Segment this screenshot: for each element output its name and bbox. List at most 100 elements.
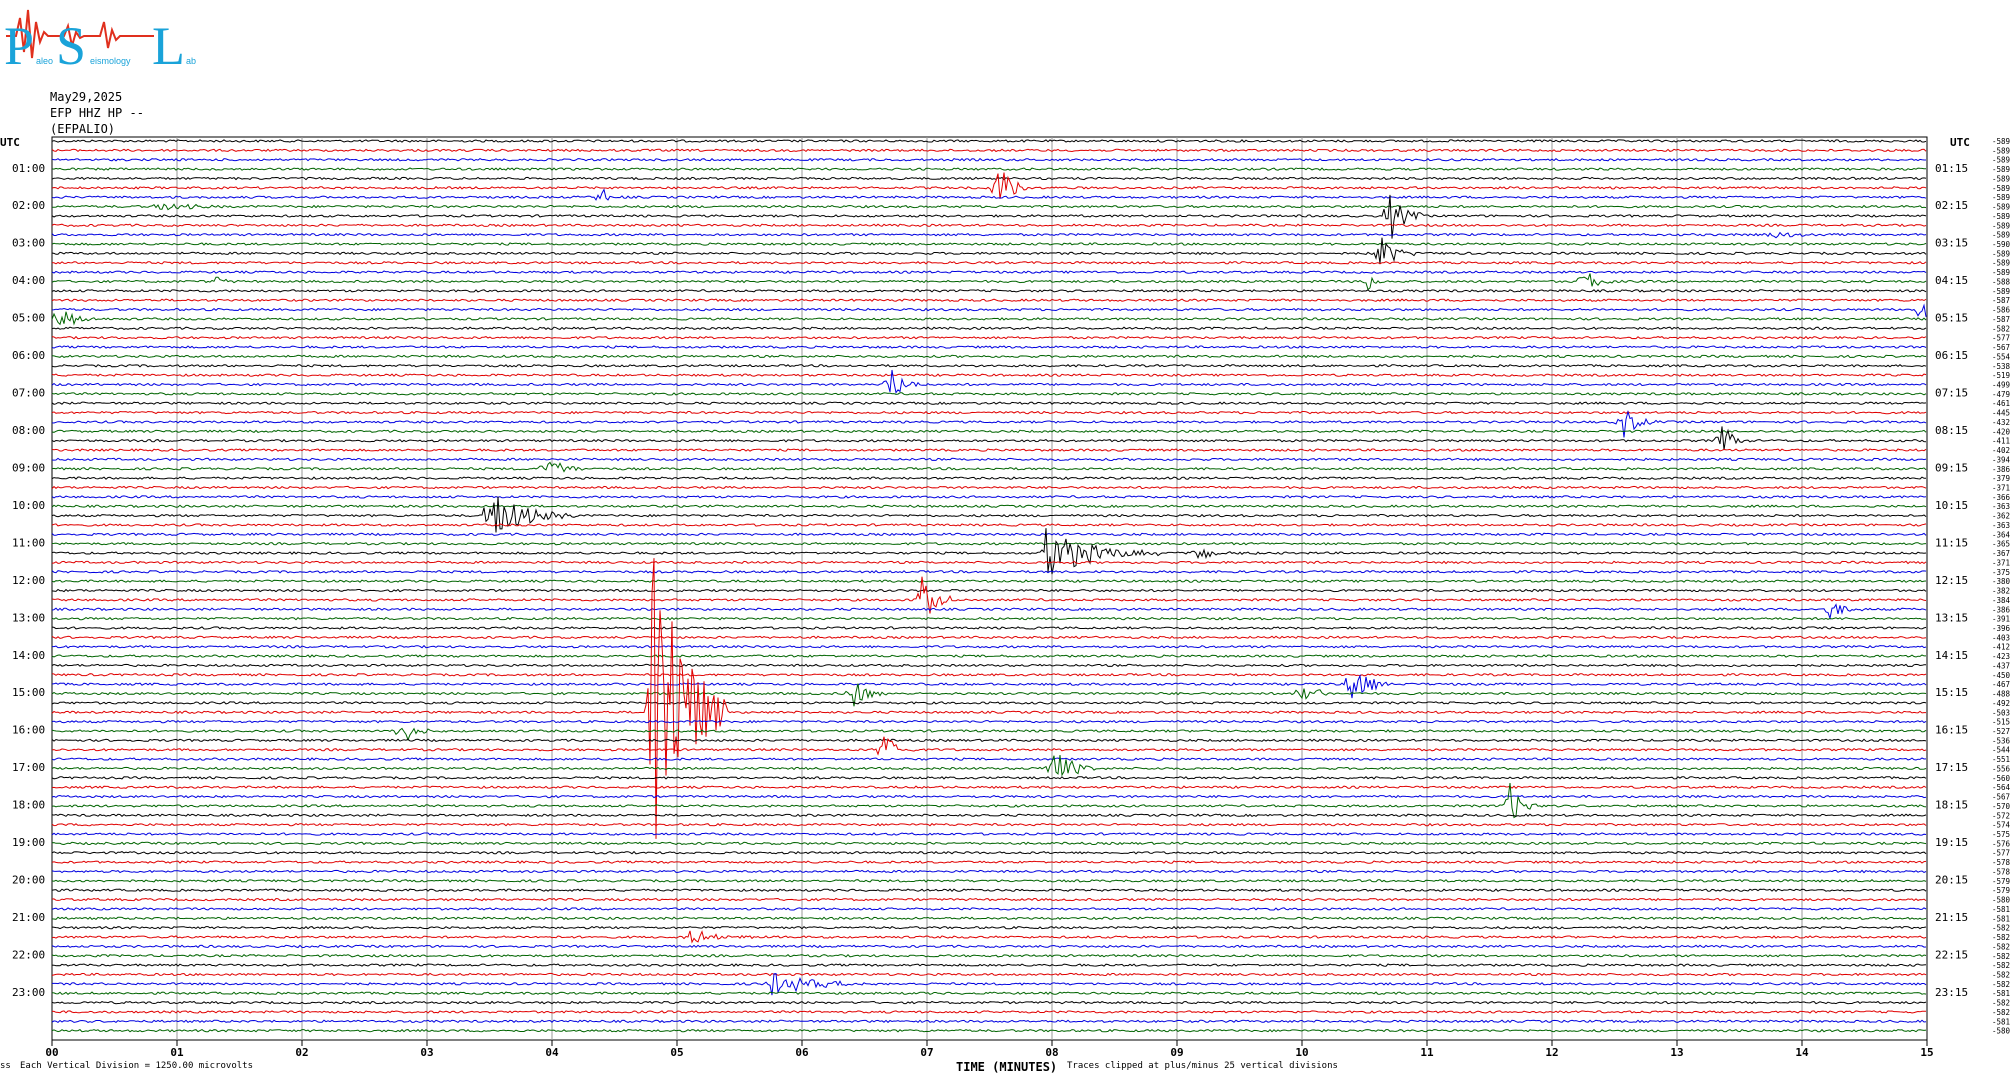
- trace-line: [51, 188, 1927, 201]
- trace-line: [51, 409, 1927, 438]
- hour-label-left: 12:00: [12, 574, 45, 587]
- trace-offset-value: -3718: [1992, 484, 2010, 493]
- x-tick-label: 00: [45, 1046, 58, 1059]
- trace-offset-value: -5778: [1992, 849, 2010, 858]
- x-tick-label: 12: [1545, 1046, 1558, 1059]
- trace-line: [51, 311, 1927, 326]
- trace-line: [51, 1010, 1926, 1014]
- x-tick-label: 06: [795, 1046, 809, 1059]
- trace-offset-value: -5813: [1992, 1017, 2010, 1026]
- trace-offset-value: -5893: [1992, 259, 2010, 268]
- trace-offset-value: -4882: [1992, 690, 2010, 699]
- trace-offset-value: -5877: [1992, 315, 2010, 324]
- trace-line: [51, 673, 1927, 699]
- trace-offset-value: -4111: [1992, 437, 2010, 446]
- hour-label-right: 14:15: [1935, 649, 1968, 662]
- trace-offset-value: -5815: [1992, 914, 2010, 923]
- trace-line: [51, 354, 1927, 359]
- hour-label-left: 21:00: [12, 911, 45, 924]
- trace-line: [51, 616, 1927, 621]
- trace-line: [51, 850, 1927, 855]
- trace-line: [52, 203, 1927, 211]
- hour-label-right: 18:15: [1935, 799, 1968, 812]
- trace-offset-value: -5803: [1992, 896, 2010, 905]
- trace-line: [51, 496, 1927, 533]
- left-utc-label: UTC: [0, 136, 20, 149]
- trace-line: [51, 495, 1927, 499]
- trace-offset-value: -5811: [1992, 905, 2010, 914]
- trace-offset-value: -5822: [1992, 971, 2010, 980]
- hour-label-left: 15:00: [12, 686, 45, 699]
- x-tick-label: 11: [1420, 1046, 1434, 1059]
- trace-offset-value: -4671: [1992, 680, 2010, 689]
- hour-label-right: 01:15: [1935, 162, 1968, 175]
- trace-offset-value: -5893: [1992, 146, 2010, 155]
- trace-line: [51, 194, 1927, 239]
- x-tick-label: 02: [295, 1046, 308, 1059]
- trace-line: [51, 916, 1927, 921]
- trace-offset-value: -4996: [1992, 381, 2010, 390]
- hour-label-right: 19:15: [1935, 836, 1968, 849]
- trace-line: [51, 364, 1927, 368]
- trace-offset-value: -5895: [1992, 137, 2010, 146]
- trace-offset-value: -5804: [1992, 1027, 2010, 1036]
- trace-offset-value: -4452: [1992, 409, 2010, 418]
- trace-offset-value: -5364: [1992, 736, 2010, 745]
- trace-line: [51, 176, 1927, 181]
- trace-offset-value: -5877: [1992, 296, 2010, 305]
- hour-label-right: 16:15: [1935, 724, 1968, 737]
- hour-label-right: 04:15: [1935, 274, 1968, 287]
- trace-offset-value: -3940: [1992, 455, 2010, 464]
- trace-line: [52, 973, 1927, 996]
- hour-label-left: 23:00: [12, 986, 45, 999]
- trace-line: [51, 963, 1927, 967]
- trace-line: [51, 907, 1927, 911]
- x-tick-label: 09: [1170, 1046, 1183, 1059]
- hour-label-left: 03:00: [12, 237, 45, 250]
- hour-label-left: 18:00: [12, 799, 45, 812]
- hour-label-right: 03:15: [1935, 237, 1968, 250]
- hour-label-right: 17:15: [1935, 761, 1968, 774]
- trace-offset-value: -5896: [1992, 221, 2010, 230]
- trace-line: [51, 673, 1927, 677]
- trace-line: [51, 373, 1927, 377]
- trace-offset-value: -5788: [1992, 868, 2010, 877]
- hour-label-right: 21:15: [1935, 911, 1968, 924]
- right-utc-label: UTC: [1950, 136, 1970, 149]
- trace-line: [51, 461, 1927, 473]
- clip-note: Traces clipped at plus/minus 25 vertical…: [1067, 1061, 1338, 1071]
- trace-offset-value: -5829: [1992, 952, 2010, 961]
- trace-line: [51, 869, 1927, 874]
- x-tick-label: 10: [1295, 1046, 1308, 1059]
- trace-offset-value: -5035: [1992, 708, 2010, 717]
- hour-label-right: 10:15: [1935, 499, 1968, 512]
- trace-offset-value: -3632: [1992, 521, 2010, 530]
- trace-line: [51, 410, 1927, 415]
- x-tick-label: 15: [1920, 1046, 1933, 1059]
- trace-line: [51, 701, 1927, 705]
- trace-line: [51, 401, 1927, 405]
- trace-offset-value: -4207: [1992, 427, 2010, 436]
- hour-label-right: 05:15: [1935, 312, 1968, 325]
- trace-offset-value: -5512: [1992, 755, 2010, 764]
- trace-offset-value: -5824: [1992, 980, 2010, 989]
- trace-line: [51, 888, 1927, 893]
- hour-label-right: 23:15: [1935, 986, 1968, 999]
- hour-label-left: 05:00: [12, 312, 45, 325]
- trace-line: [51, 335, 1927, 340]
- trace-line: [51, 813, 1927, 818]
- hour-label-right: 13:15: [1935, 611, 1968, 624]
- x-tick-label: 08: [1045, 1046, 1058, 1059]
- x-tick-label: 04: [545, 1046, 559, 1059]
- trace-offset-value: -3798: [1992, 474, 2010, 483]
- hour-label-left: 14:00: [12, 649, 45, 662]
- trace-line: [51, 139, 1927, 143]
- trace-line: [51, 242, 1927, 246]
- trace-offset-value: -5894: [1992, 184, 2010, 193]
- trace-offset-value: -3966: [1992, 624, 2010, 633]
- trace-offset-value: -3911: [1992, 615, 2010, 624]
- trace-offset-value: -4026: [1992, 446, 2010, 455]
- trace-offset-value: -4326: [1992, 418, 2010, 427]
- trace-line: [51, 289, 1927, 293]
- x-tick-label: 14: [1795, 1046, 1809, 1059]
